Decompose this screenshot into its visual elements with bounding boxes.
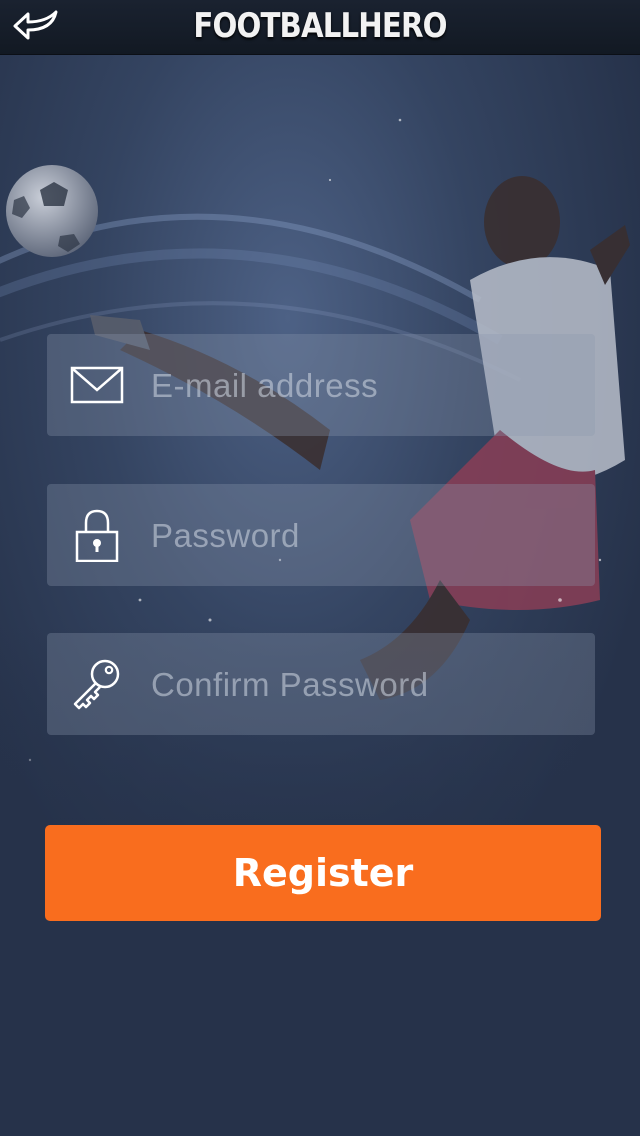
password-field-container [47, 484, 595, 588]
confirm-password-field-container [47, 633, 595, 737]
navigation-bar: FOOTBALLHERO [0, 0, 640, 55]
register-screen: FOOTBALLHERO Register [0, 0, 640, 1136]
confirm-password-input[interactable] [149, 633, 583, 737]
app-title: FOOTBALLHERO [193, 6, 447, 46]
password-input[interactable] [149, 484, 583, 588]
email-field-container [47, 334, 595, 438]
register-button[interactable]: Register [45, 825, 601, 921]
key-icon [73, 659, 120, 710]
envelope-icon [70, 366, 124, 404]
email-input[interactable] [149, 334, 583, 438]
lock-icon [75, 509, 119, 562]
